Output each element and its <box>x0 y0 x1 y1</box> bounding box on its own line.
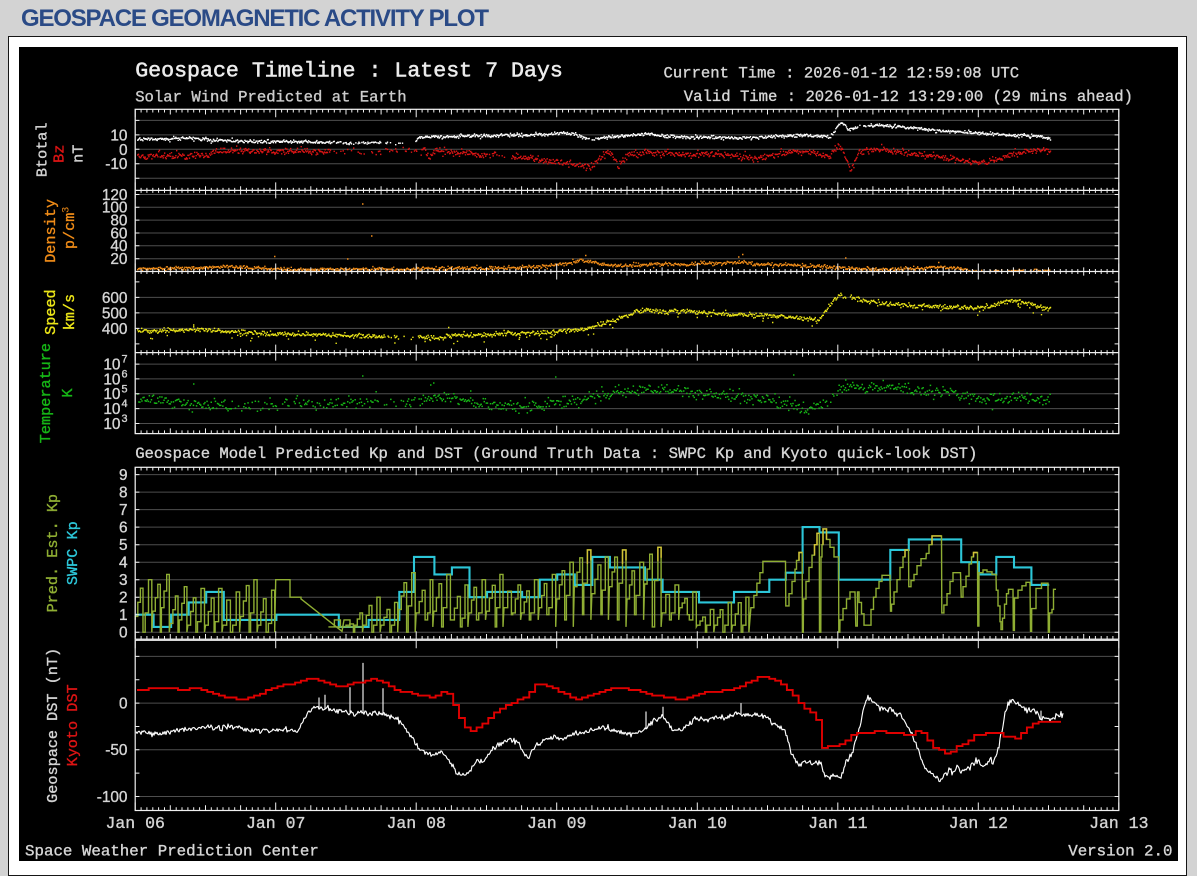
svg-text:Geospace Model Predicted Kp an: Geospace Model Predicted Kp and DST (Gro… <box>135 445 977 463</box>
svg-text:4: 4 <box>119 555 128 572</box>
svg-text:Kyoto DST: Kyoto DST <box>64 684 82 766</box>
svg-text:Bz: Bz <box>51 145 69 163</box>
svg-text:10: 10 <box>103 371 120 388</box>
svg-text:Space Weather Prediction Cente: Space Weather Prediction Center <box>25 842 319 860</box>
svg-text:SWPC Kp: SWPC Kp <box>64 521 82 585</box>
svg-text:-50: -50 <box>105 742 127 759</box>
svg-text:10: 10 <box>103 357 120 374</box>
svg-text:Jan 08: Jan 08 <box>386 814 445 833</box>
svg-text:3: 3 <box>119 572 128 589</box>
svg-text:Temperature: Temperature <box>37 343 55 443</box>
svg-text:Current Time : 2026-01-12 12:5: Current Time : 2026-01-12 12:59:08 UTC <box>664 64 1020 82</box>
svg-text:Jan 07: Jan 07 <box>246 814 305 833</box>
svg-text:2: 2 <box>119 590 128 607</box>
svg-text:Geospace Timeline : Latest 7 D: Geospace Timeline : Latest 7 Days <box>135 59 563 83</box>
svg-text:Solar Wind Predicted at Earth: Solar Wind Predicted at Earth <box>135 88 406 106</box>
svg-text:Jan 10: Jan 10 <box>668 814 727 833</box>
svg-text:7: 7 <box>122 354 128 366</box>
svg-text:5: 5 <box>122 383 128 395</box>
svg-text:Jan 11: Jan 11 <box>808 814 868 833</box>
svg-text:Jan 13: Jan 13 <box>1089 814 1148 833</box>
svg-text:-10: -10 <box>105 156 127 173</box>
svg-text:5: 5 <box>119 537 128 554</box>
svg-text:0: 0 <box>119 625 128 642</box>
svg-text:nT: nT <box>70 145 88 163</box>
svg-text:Density: Density <box>42 199 60 263</box>
svg-text:p/cm: p/cm <box>61 213 79 249</box>
svg-text:10: 10 <box>103 386 120 403</box>
svg-text:7: 7 <box>119 502 128 519</box>
svg-text:Geospace DST (nT): Geospace DST (nT) <box>44 648 62 803</box>
svg-text:120: 120 <box>102 187 128 204</box>
svg-text:10: 10 <box>103 401 120 418</box>
svg-text:Valid Time : 2026-01-12 13:29:: Valid Time : 2026-01-12 13:29:00 (29 min… <box>684 88 1133 106</box>
svg-text:km/s: km/s <box>61 294 79 330</box>
svg-text:Version 2.0: Version 2.0 <box>1068 842 1172 860</box>
svg-text:0: 0 <box>119 696 128 713</box>
svg-text:Jan 09: Jan 09 <box>527 814 586 833</box>
svg-text:K: K <box>59 388 77 398</box>
svg-text:3: 3 <box>122 413 128 425</box>
svg-text:10: 10 <box>103 416 120 433</box>
svg-text:3: 3 <box>61 207 73 213</box>
svg-text:1: 1 <box>119 607 128 624</box>
svg-text:600: 600 <box>102 290 128 307</box>
svg-text:6: 6 <box>122 368 128 380</box>
svg-text:Pred. Est. Kp: Pred. Est. Kp <box>44 494 62 612</box>
svg-text:4: 4 <box>122 398 128 410</box>
svg-text:6: 6 <box>119 520 128 537</box>
svg-text:9: 9 <box>119 467 128 484</box>
svg-text:Btotal: Btotal <box>34 122 52 177</box>
svg-text:8: 8 <box>119 485 128 502</box>
svg-text:Speed: Speed <box>42 289 60 335</box>
svg-text:400: 400 <box>102 321 128 338</box>
svg-text:Jan 06: Jan 06 <box>105 814 164 833</box>
svg-text:Jan 12: Jan 12 <box>949 814 1008 833</box>
svg-text:500: 500 <box>102 305 128 322</box>
svg-text:-100: -100 <box>97 789 128 806</box>
